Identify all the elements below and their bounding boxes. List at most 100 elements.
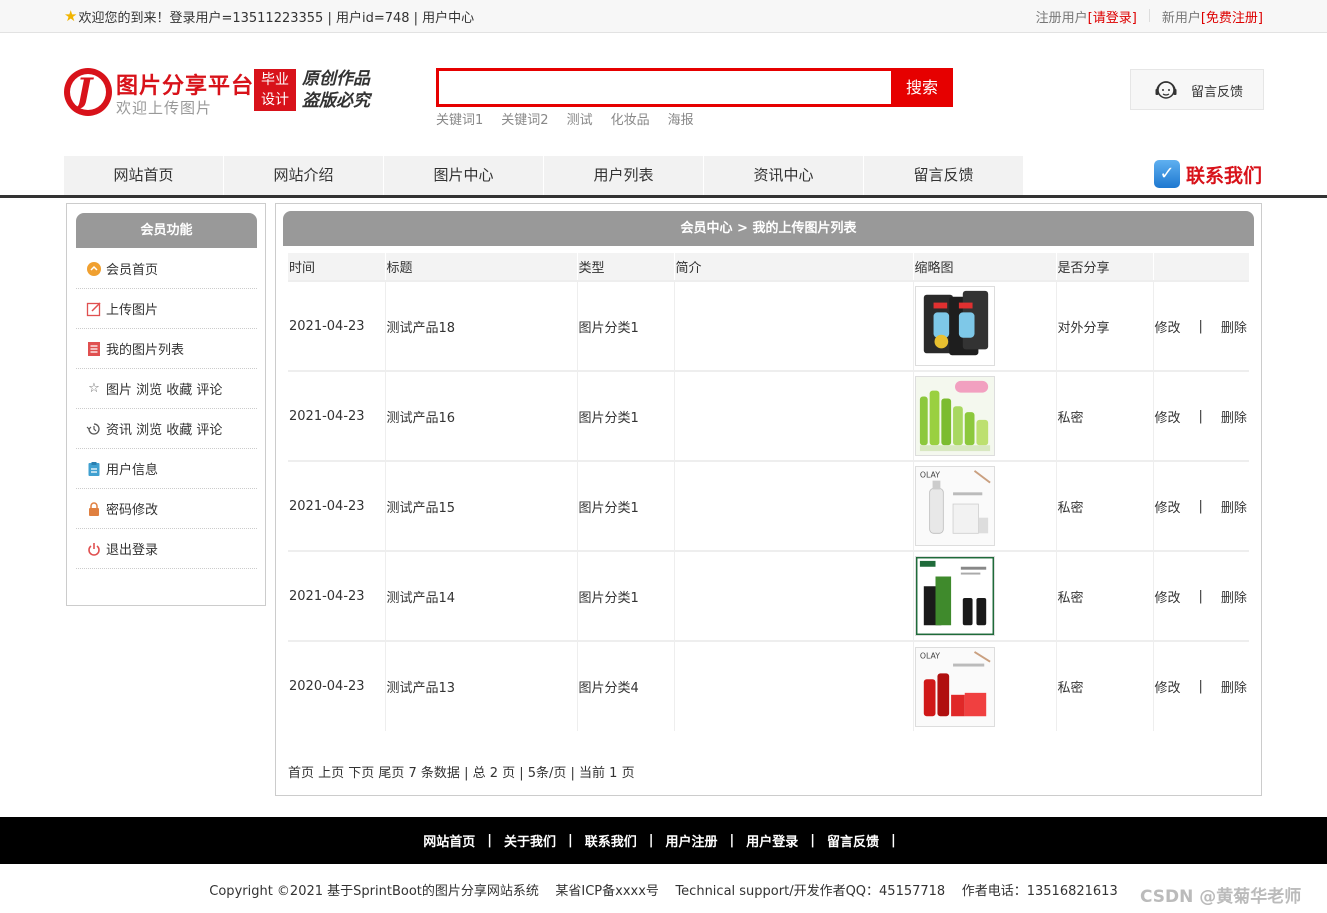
edit-link[interactable]: 修改 xyxy=(1155,407,1181,426)
cell-actions: 修改 | 删除 xyxy=(1153,460,1249,551)
edit-link[interactable]: 修改 xyxy=(1155,497,1181,516)
pagination[interactable]: 首页 上页 下页 尾页 7 条数据 | 总 2 页 | 5条/页 | 当前 1 … xyxy=(288,762,635,781)
sidebar-item-my-images[interactable]: 我的图片列表 xyxy=(76,329,257,369)
sidebar-item-image-activity[interactable]: ☆ 图片 浏览 收藏 评论 xyxy=(76,369,257,409)
site-logo[interactable]: J 图片分享平台 欢迎上传图片 毕业 设计 原创作品 盗版必究 xyxy=(64,66,384,118)
cell-thumbnail: OLAY xyxy=(913,460,1057,551)
hot-keywords: 关键词1 关键词2 测试 化妆品 海报 xyxy=(436,109,694,128)
copyright: Copyright ©2021 基于SprintBoot的图片分享网站系统 某省… xyxy=(209,884,1118,899)
thumbnail-image[interactable]: OLAY xyxy=(914,466,995,546)
nav-users[interactable]: 用户列表 xyxy=(544,156,704,195)
keyword-link[interactable]: 测试 xyxy=(567,109,593,128)
footer-link-contact[interactable]: 联系我们 xyxy=(585,831,637,850)
cell-intro xyxy=(674,370,914,461)
search-input[interactable] xyxy=(439,71,891,104)
cell-type: 图片分类1 xyxy=(577,370,675,461)
table-row: 2021-04-23 测试产品14 图片分类1 私密 修改 | 删除 xyxy=(288,550,1249,641)
footer-link-home[interactable]: 网站首页 xyxy=(423,831,475,850)
cell-actions: 修改 | 删除 xyxy=(1153,550,1249,641)
clipboard-icon xyxy=(86,461,102,477)
register-link[interactable]: [免费注册] xyxy=(1201,7,1263,26)
cell-time: 2021-04-23 xyxy=(288,460,386,551)
edit-link[interactable]: 修改 xyxy=(1155,677,1181,696)
star-icon: ★ xyxy=(64,7,78,25)
sidebar-item-label: 会员首页 xyxy=(106,263,159,278)
check-icon: ✓ xyxy=(1154,160,1180,188)
cell-title: 测试产品13 xyxy=(385,640,578,731)
cell-share: 对外分享 xyxy=(1056,280,1154,371)
graduation-badge: 毕业 设计 xyxy=(254,69,296,111)
action-divider: | xyxy=(1198,318,1203,334)
col-title: 标题 xyxy=(385,253,578,281)
delete-link[interactable]: 删除 xyxy=(1221,677,1247,696)
nav-news[interactable]: 资讯中心 xyxy=(704,156,864,195)
keyword-link[interactable]: 关键词2 xyxy=(501,109,548,128)
thumbnail-image[interactable] xyxy=(914,556,995,636)
sidebar-item-label: 上传图片 xyxy=(106,303,159,318)
sidebar-item-label: 用户信息 xyxy=(106,463,159,478)
cell-time: 2021-04-23 xyxy=(288,550,386,641)
thumbnail-image[interactable]: OLAY xyxy=(914,646,995,727)
nav-gallery[interactable]: 图片中心 xyxy=(384,156,544,195)
login-link[interactable]: [请登录] xyxy=(1088,7,1137,26)
cell-thumbnail xyxy=(913,280,1057,371)
divider xyxy=(1148,9,1150,22)
nav-feedback[interactable]: 留言反馈 xyxy=(864,156,1024,195)
delete-link[interactable]: 删除 xyxy=(1221,497,1247,516)
table-row: 2021-04-23 测试产品15 图片分类1 OLAY 私密 修改 | 删除 xyxy=(288,460,1249,551)
sidebar-item-logout[interactable]: 退出登录 xyxy=(76,529,257,569)
cell-share: 私密 xyxy=(1056,460,1154,551)
slogan-line-1: 原创作品 xyxy=(302,69,370,89)
search-button[interactable]: 搜索 xyxy=(891,68,953,107)
col-time: 时间 xyxy=(288,253,386,281)
thumbnail-image[interactable] xyxy=(914,376,995,456)
action-divider: | xyxy=(1198,679,1203,694)
sidebar-item-news-activity[interactable]: 资讯 浏览 收藏 评论 xyxy=(76,409,257,449)
footer-nav: 网站首页 | 关于我们 | 联系我们 | 用户注册 | 用户登录 | 留言反馈 | xyxy=(0,817,1327,864)
col-thumbnail: 缩略图 xyxy=(913,253,1057,281)
delete-link[interactable]: 删除 xyxy=(1221,407,1247,426)
welcome-text: ★ 欢迎您的到来！登录用户=13511223355 | 用户id=748 | 用… xyxy=(64,7,474,27)
edit-link[interactable]: 修改 xyxy=(1155,317,1181,336)
footer-link-feedback[interactable]: 留言反馈 xyxy=(827,831,879,850)
table-header: 时间 标题 类型 简介 缩略图 是否分享 xyxy=(288,253,1249,281)
list-icon xyxy=(86,341,102,357)
cell-title: 测试产品16 xyxy=(385,370,578,461)
contact-us-link[interactable]: ✓ 联系我们 xyxy=(1154,160,1262,188)
footer-divider: | xyxy=(810,833,816,848)
cell-type: 图片分类1 xyxy=(577,280,675,371)
power-icon xyxy=(86,541,102,557)
keyword-link[interactable]: 化妆品 xyxy=(611,109,650,128)
thumbnail-image[interactable] xyxy=(914,286,995,366)
footer-link-about[interactable]: 关于我们 xyxy=(504,831,556,850)
welcome-label[interactable]: 欢迎您的到来！登录用户=13511223355 | 用户id=748 | 用户中… xyxy=(78,7,474,26)
sidebar-item-user-info[interactable]: 用户信息 xyxy=(76,449,257,489)
search-box: 搜索 xyxy=(436,68,953,107)
table-row: 2021-04-23 测试产品18 图片分类1 对外分享 修改 | 删除 xyxy=(288,280,1249,371)
footer-link-register[interactable]: 用户注册 xyxy=(666,831,718,850)
delete-link[interactable]: 删除 xyxy=(1221,317,1247,336)
badge-line-2: 设计 xyxy=(261,92,289,108)
home-circle-icon xyxy=(86,261,102,277)
cell-time: 2020-04-23 xyxy=(288,640,386,731)
keyword-link[interactable]: 海报 xyxy=(668,109,694,128)
sidebar-item-password[interactable]: 密码修改 xyxy=(76,489,257,529)
sidebar-item-home[interactable]: 会员首页 xyxy=(76,249,257,289)
keyword-link[interactable]: 关键词1 xyxy=(436,109,483,128)
nav-about[interactable]: 网站介绍 xyxy=(224,156,384,195)
footer-divider: | xyxy=(648,833,654,848)
register-user-label: 注册用户 xyxy=(1035,11,1088,26)
sidebar-item-label: 我的图片列表 xyxy=(106,343,185,358)
nav-divider xyxy=(0,195,1327,198)
nav-home[interactable]: 网站首页 xyxy=(64,156,224,195)
svg-text:OLAY: OLAY xyxy=(919,471,939,480)
svg-text:OLAY: OLAY xyxy=(919,651,939,660)
cell-intro xyxy=(674,640,914,731)
col-intro: 简介 xyxy=(674,253,914,281)
member-sidebar: 会员功能 会员首页 上传图片 我的图片列表 ☆ 图片 浏览 收藏 评论 资讯 浏… xyxy=(66,203,266,606)
footer-link-login[interactable]: 用户登录 xyxy=(746,831,798,850)
feedback-button[interactable]: 留言反馈 xyxy=(1130,69,1264,110)
sidebar-item-upload[interactable]: 上传图片 xyxy=(76,289,257,329)
edit-link[interactable]: 修改 xyxy=(1155,587,1181,606)
delete-link[interactable]: 删除 xyxy=(1221,587,1247,606)
